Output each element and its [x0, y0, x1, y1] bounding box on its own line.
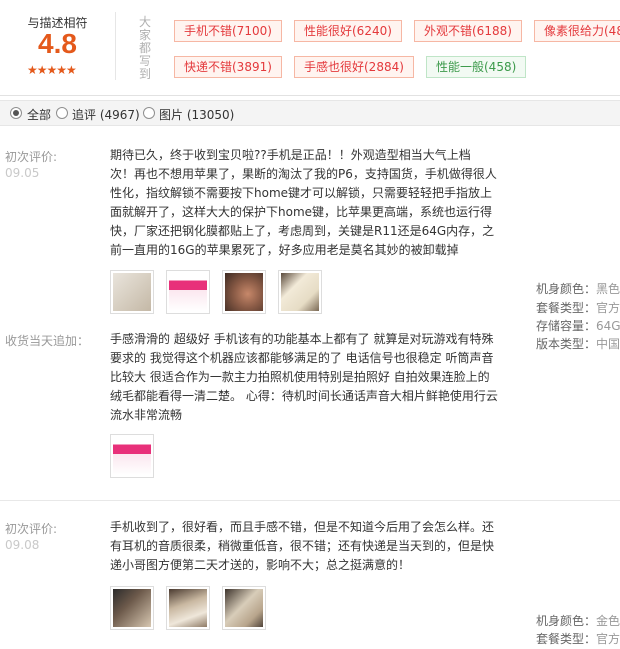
first-review-label: 初次评价:: [5, 150, 58, 164]
score-value: 4.8: [38, 28, 77, 59]
first-review-label: 初次评价:: [5, 522, 58, 536]
tag-camera-good[interactable]: 像素很给力(48: [534, 20, 620, 42]
followup-text: 手感滑滑的 超级好 手机该有的功能基本上都有了 就算是对玩游戏有特殊 要求的 我…: [110, 330, 500, 425]
header-divider: [115, 12, 116, 80]
review-photo-thumbnail[interactable]: [222, 270, 266, 314]
filter-all-radio[interactable]: [10, 107, 22, 119]
spec-package: 套餐类型：官方: [536, 299, 620, 316]
filter-followup-label[interactable]: 追评 (4967): [72, 106, 140, 123]
spec-key: 套餐类型：: [536, 632, 597, 646]
filter-images-label[interactable]: 图片 (13050): [159, 106, 234, 123]
review-text: 手机收到了，很好看，而且手感不错，但是不知道今后用了会怎么样。还 有耳机的音质很…: [110, 518, 500, 575]
screenshot-photo: [113, 437, 151, 475]
screenshot-photo: [169, 273, 207, 311]
header-separator: [0, 95, 620, 96]
spec-value: 64G: [596, 319, 620, 333]
spec-key: 机身颜色：: [536, 282, 597, 296]
review-text-line: 次！再也不想用苹果了，果断的淘汰了我的P6，支持国货，手机做得很人: [110, 167, 497, 181]
filter-followup-radio[interactable]: [56, 107, 68, 119]
review-text-line: 面就解开了，这样大大的保护下home键，比苹果更高端，系统也运行得: [110, 205, 493, 219]
filter-all-label[interactable]: 全部: [27, 106, 51, 123]
spec-value: 黑色: [596, 282, 620, 296]
tag-delivery-good[interactable]: 快递不错(3891): [174, 56, 282, 78]
review-photo-thumbnail[interactable]: [110, 270, 154, 314]
spec-key: 套餐类型：: [536, 301, 597, 315]
filter-images-radio[interactable]: [143, 107, 155, 119]
review-photo-thumbnail[interactable]: [278, 270, 322, 314]
spec-key: 机身颜色：: [536, 614, 597, 628]
tag-performance-average[interactable]: 性能一般(458): [426, 56, 527, 78]
review-text: 期待已久，终于收到宝贝啦??手机是正品！！外观造型相当大气上档 次！再也不想用苹…: [110, 146, 500, 260]
spec-value: 中国: [596, 337, 620, 351]
spec-value: 官方: [596, 632, 620, 646]
filter-bar: 全部 追评 (4967) 图片 (13050): [0, 100, 620, 126]
review-photo-thumbnail[interactable]: [110, 586, 154, 630]
box-photo-2: [169, 589, 207, 627]
review-text-line: 绒毛都能看得一清二楚。 心得：待机时间长通话声音大相片鲜艳使用行云: [110, 389, 498, 403]
tag-phone-good[interactable]: 手机不错(7100): [174, 20, 282, 42]
review-text-line: 流水非常流畅: [110, 408, 183, 422]
rating-summary: 与描述相符 4.8 ★★★★★: [0, 0, 115, 92]
box-photo-1: [113, 589, 151, 627]
tag-performance-good[interactable]: 性能很好(6240): [294, 20, 402, 42]
spec-package: 套餐类型：官方: [536, 630, 620, 647]
review-date: 09.05: [5, 166, 40, 180]
review-photo-thumbnail[interactable]: [166, 270, 210, 314]
tag-feel-good[interactable]: 手感也很好(2884): [294, 56, 414, 78]
hand-photo: [225, 273, 263, 311]
review-text-line: 要求的 我觉得这个机器应该都能够满足的了 电话信号也很稳定 听筒声音: [110, 351, 494, 365]
review-text-line: 前一直用的16G的苹果累死了，好多应用老是莫名其妙的被卸载掉: [110, 243, 459, 257]
phone-photo-3: [225, 589, 263, 627]
spec-version: 版本类型：中国: [536, 335, 620, 352]
review-text-line: 手感滑滑的 超级好 手机该有的功能基本上都有了 就算是对玩游戏有特殊: [110, 332, 494, 346]
star-rating-icon: ★★★★★: [27, 63, 77, 77]
review-photo-thumbnail[interactable]: [222, 586, 266, 630]
followup-label: 收货当天追加：: [5, 334, 90, 348]
spec-value: 官方: [596, 301, 620, 315]
review-text-line: 递小哥图方便第二天才送的，影响不大；总之挺满意的！: [110, 558, 411, 572]
review-photo-thumbnail[interactable]: [166, 586, 210, 630]
review-separator: [0, 500, 620, 501]
review-text-line: 性化，指纹解锁不需要按下home键才可以解锁，只需要轻轻把手指放上: [110, 186, 493, 200]
phone-photo-2: [281, 273, 319, 311]
spec-storage: 存储容量：64G: [536, 317, 620, 334]
phone-photo-1: [113, 273, 151, 311]
review-text-line: 快，厂家还把钢化膜都贴上了，考虑周到，关键是R11还是64G内存，之: [110, 224, 495, 238]
review-photo-thumbnail[interactable]: [110, 434, 154, 478]
spec-color: 机身颜色：黑色: [536, 280, 620, 297]
review-date: 09.08: [5, 538, 40, 552]
spec-key: 存储容量：: [536, 319, 597, 333]
spec-color: 机身颜色：金色: [536, 612, 620, 629]
review-text-line: 有耳机的音质很柔，稍微重低音，很不错；还有快递是当天到的，但是快: [110, 539, 495, 553]
review-text-line: 期待已久，终于收到宝贝啦??手机是正品！！外观造型相当大气上档: [110, 148, 471, 162]
spec-value: 金色: [596, 614, 620, 628]
spec-key: 版本类型：: [536, 337, 597, 351]
review-text-line: 手机收到了，很好看，而且手感不错，但是不知道今后用了会怎么样。还: [110, 520, 495, 534]
impressions-label: 大家都写到: [139, 15, 152, 81]
tag-appearance-good[interactable]: 外观不错(6188): [414, 20, 522, 42]
review-text-line: 比较大 很适合作为一款主力拍照机使用特别是拍照好 自拍效果连脸上的: [110, 370, 490, 384]
